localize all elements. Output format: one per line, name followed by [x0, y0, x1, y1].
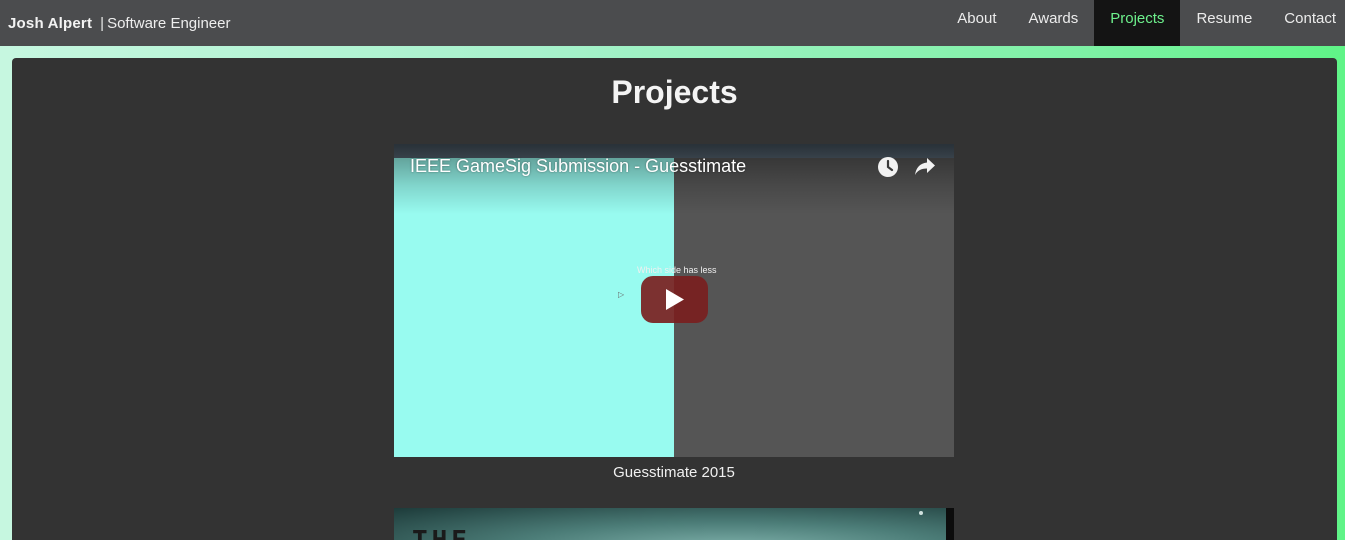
- nav-item-resume[interactable]: Resume: [1180, 0, 1268, 46]
- main-panel: Projects IEEE GameSig Submission - Guess…: [12, 58, 1337, 540]
- nav-item-about[interactable]: About: [941, 0, 1012, 46]
- brand-separator: |: [100, 14, 105, 32]
- video-edge: [946, 508, 954, 540]
- project-video-player-2[interactable]: THE: [394, 508, 954, 540]
- play-icon: [666, 289, 684, 310]
- project-video-player[interactable]: IEEE GameSig Submission - Guesstimate Wh…: [394, 144, 954, 457]
- page-title: Projects: [611, 74, 738, 110]
- project-caption: Guesstimate 2015: [613, 464, 735, 481]
- cursor-icon: ▷: [618, 290, 625, 299]
- share-icon[interactable]: [913, 156, 937, 178]
- brand-name[interactable]: Josh Alpert: [8, 15, 92, 32]
- nav-menu: About Awards Projects Resume Contact: [941, 0, 1345, 46]
- video-title-shade: [394, 144, 954, 214]
- nav-item-projects[interactable]: Projects: [1094, 0, 1181, 46]
- brand[interactable]: Josh Alpert | Software Engineer: [0, 15, 230, 32]
- play-button[interactable]: [641, 276, 708, 323]
- watch-later-icon[interactable]: [877, 156, 899, 178]
- video-indicator-dot: [919, 511, 923, 515]
- video-overlay-text: Which side has less: [637, 265, 717, 275]
- brand-role: Software Engineer: [107, 14, 231, 32]
- nav-item-awards[interactable]: Awards: [1013, 0, 1095, 46]
- navbar: Josh Alpert | Software Engineer About Aw…: [0, 0, 1345, 46]
- video-thumbnail-text: THE: [412, 526, 471, 540]
- video-title[interactable]: IEEE GameSig Submission - Guesstimate: [410, 156, 746, 177]
- nav-item-contact[interactable]: Contact: [1268, 0, 1345, 46]
